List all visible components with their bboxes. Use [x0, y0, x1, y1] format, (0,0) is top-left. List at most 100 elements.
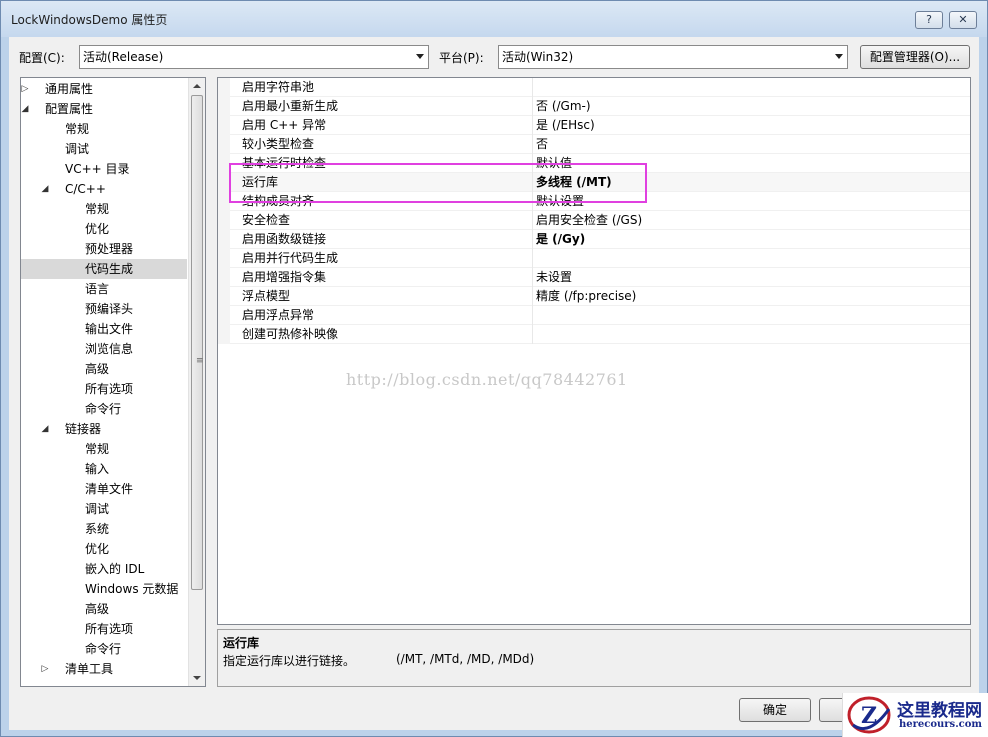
tree-item-label: 常规 — [85, 202, 110, 216]
collapse-icon[interactable]: ◢ — [39, 419, 51, 439]
tree-item[interactable]: 调试 — [21, 499, 187, 519]
property-row[interactable]: 启用浮点异常 — [218, 306, 970, 325]
chevron-down-icon — [835, 54, 843, 59]
logo-z-icon: Z — [847, 696, 891, 734]
tree-item[interactable]: 所有选项 — [21, 619, 187, 639]
tree-item-label: VC++ 目录 — [65, 162, 130, 176]
property-value[interactable]: 未设置 — [536, 268, 572, 287]
tree-item-label: 调试 — [85, 502, 110, 516]
column-separator — [532, 268, 533, 287]
property-value[interactable]: 是 (/EHsc) — [536, 116, 595, 135]
column-separator — [532, 230, 533, 249]
tree-item[interactable]: 嵌入的 IDL — [21, 559, 187, 579]
property-grid[interactable]: 启用字符串池 启用最小重新生成 否 (/Gm-) 启用 C++ 异常 是 (/EHsc)… — [217, 77, 971, 625]
tree-item[interactable]: 预处理器 — [21, 239, 187, 259]
property-row[interactable]: 启用并行代码生成 — [218, 249, 970, 268]
property-tree[interactable]: ≡ ▷ 通用属性 ◢ 配置属性 常规 调试 VC++ 目录 ◢ C/C++ 常规 优化 预处理器 代码生… — [20, 77, 206, 687]
config-value: 活动(Release) — [83, 50, 164, 64]
tree-item[interactable]: 语言 — [21, 279, 187, 299]
description-title: 运行库 — [223, 636, 260, 650]
collapse-icon[interactable]: ◢ — [39, 179, 51, 199]
tree-item[interactable]: 系统 — [21, 519, 187, 539]
config-combo[interactable]: 活动(Release) — [79, 45, 429, 69]
column-separator — [532, 306, 533, 325]
tree-item-label: 优化 — [85, 542, 110, 556]
logo-name: 这里教程网 — [897, 701, 982, 721]
tree-item[interactable]: ◢ 链接器 — [21, 419, 187, 439]
ok-button[interactable]: 确定 — [739, 698, 811, 722]
tree-item[interactable]: 输出文件 — [21, 319, 187, 339]
tree-item[interactable]: 预编译头 — [21, 299, 187, 319]
tree-item[interactable]: 所有选项 — [21, 379, 187, 399]
scroll-thumb[interactable]: ≡ — [191, 95, 204, 590]
property-value[interactable]: 精度 (/fp:precise) — [536, 287, 636, 306]
property-row[interactable]: 启用增强指令集 未设置 — [218, 268, 970, 287]
property-value[interactable]: 启用安全检查 (/GS) — [536, 211, 642, 230]
property-row[interactable]: 较小类型检查 否 — [218, 135, 970, 154]
title-bar[interactable]: LockWindowsDemo 属性页 ? ✕ — [1, 1, 987, 37]
expand-icon[interactable]: ▷ — [21, 79, 31, 99]
property-row[interactable]: 安全检查 启用安全检查 (/GS) — [218, 211, 970, 230]
tree-item[interactable]: 优化 — [21, 539, 187, 559]
highlight-box — [229, 163, 647, 203]
property-row[interactable]: 启用最小重新生成 否 (/Gm-) — [218, 97, 970, 116]
tree-item[interactable]: 命令行 — [21, 639, 187, 659]
tree-item[interactable]: ▷ 通用属性 — [21, 79, 187, 99]
tree-item[interactable]: 常规 — [21, 199, 187, 219]
property-name: 浮点模型 — [242, 289, 291, 303]
tree-item-label: 高级 — [85, 602, 110, 616]
help-button[interactable]: ? — [915, 11, 943, 29]
tree-item[interactable]: 命令行 — [21, 399, 187, 419]
property-row[interactable]: 创建可热修补映像 — [218, 325, 970, 344]
tree-item-label: 高级 — [85, 362, 110, 376]
row-gutter — [218, 325, 230, 344]
row-gutter — [218, 268, 230, 287]
tree-item-label: 常规 — [65, 122, 90, 136]
window-title: LockWindowsDemo 属性页 — [11, 13, 168, 27]
config-manager-button[interactable]: 配置管理器(O)... — [860, 45, 970, 69]
property-row[interactable]: 启用 C++ 异常 是 (/EHsc) — [218, 116, 970, 135]
tree-item[interactable]: 优化 — [21, 219, 187, 239]
tree-item-label: 清单文件 — [85, 482, 134, 496]
close-button[interactable]: ✕ — [949, 11, 977, 29]
tree-item-label: 命令行 — [85, 642, 122, 656]
property-name: 创建可热修补映像 — [242, 327, 339, 341]
scroll-up-icon[interactable] — [193, 84, 201, 88]
tree-item[interactable]: 高级 — [21, 359, 187, 379]
property-value[interactable]: 是 (/Gy) — [536, 230, 585, 249]
tree-item[interactable]: 高级 — [21, 599, 187, 619]
tree-item-label: 所有选项 — [85, 382, 134, 396]
property-row[interactable]: 启用函数级链接 是 (/Gy) — [218, 230, 970, 249]
property-value[interactable]: 否 — [536, 135, 548, 154]
tree-item[interactable]: 常规 — [21, 119, 187, 139]
tree-item[interactable]: 代码生成 — [21, 259, 187, 279]
chevron-down-icon — [416, 54, 424, 59]
property-row[interactable]: 启用字符串池 — [218, 78, 970, 97]
tree-item[interactable]: 清单文件 — [21, 479, 187, 499]
tree-item[interactable]: VC++ 目录 — [21, 159, 187, 179]
tree-item[interactable]: 输入 — [21, 459, 187, 479]
tree-item[interactable]: Windows 元数据 — [21, 579, 187, 599]
tree-item[interactable]: ▷ 清单工具 — [21, 659, 187, 679]
tree-item-label: 优化 — [85, 222, 110, 236]
tree-item[interactable]: 常规 — [21, 439, 187, 459]
row-gutter — [218, 135, 230, 154]
column-separator — [532, 97, 533, 116]
column-separator — [532, 116, 533, 135]
tree-item[interactable]: 调试 — [21, 139, 187, 159]
tree-item-label: 通用属性 — [45, 82, 94, 96]
tree-item[interactable]: ◢ C/C++ — [21, 179, 187, 199]
property-value[interactable]: 否 (/Gm-) — [536, 97, 591, 116]
expand-icon[interactable]: ▷ — [39, 659, 51, 679]
tree-item-label: 浏览信息 — [85, 342, 134, 356]
tree-item[interactable]: 浏览信息 — [21, 339, 187, 359]
tree-item[interactable]: ◢ 配置属性 — [21, 99, 187, 119]
platform-combo[interactable]: 活动(Win32) — [498, 45, 848, 69]
tree-item-label: 链接器 — [65, 422, 102, 436]
scroll-down-icon[interactable] — [193, 676, 201, 680]
property-name: 启用增强指令集 — [242, 270, 327, 284]
collapse-icon[interactable]: ◢ — [21, 99, 31, 119]
tree-scrollbar[interactable]: ≡ — [188, 78, 205, 686]
tree-item-label: 命令行 — [85, 402, 122, 416]
property-row[interactable]: 浮点模型 精度 (/fp:precise) — [218, 287, 970, 306]
